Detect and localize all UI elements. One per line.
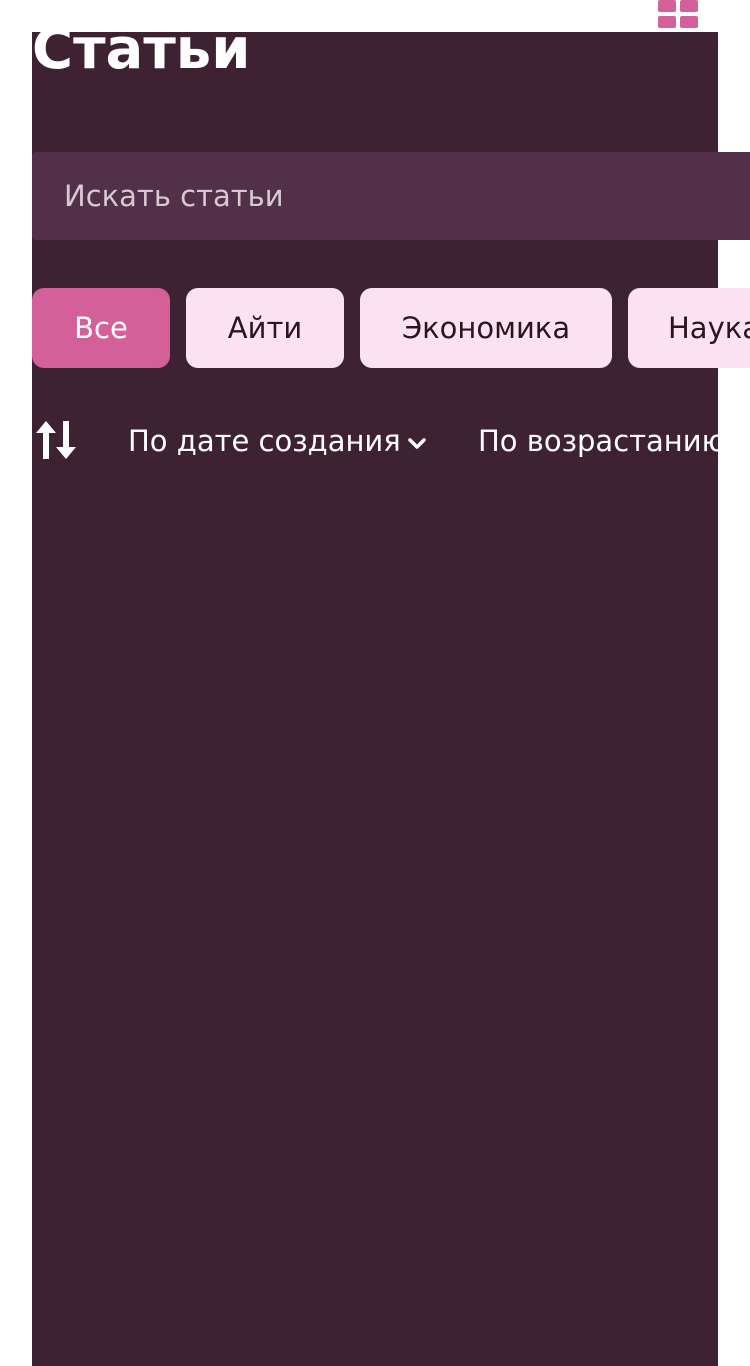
category-chip-it[interactable]: Айти — [186, 288, 344, 368]
grid-cell — [680, 16, 698, 28]
search-input[interactable] — [32, 152, 750, 240]
page: Статьи Все Айти Экономика Наука По дате … — [0, 0, 750, 1366]
chevron-down-icon — [407, 420, 427, 462]
grid-cell — [658, 16, 676, 28]
sort-field-label: По дате создания — [128, 424, 401, 458]
grid-view-icon[interactable] — [658, 0, 698, 28]
sort-direction-icon[interactable] — [34, 419, 78, 461]
grid-cell — [680, 0, 698, 12]
category-chip-economics[interactable]: Экономика — [360, 288, 612, 368]
grid-cell — [658, 0, 676, 12]
category-chip-all[interactable]: Все — [32, 288, 170, 368]
sort-order-select[interactable]: По возрастанию — [478, 420, 718, 462]
page-title: Статьи — [32, 17, 251, 82]
sort-field-select[interactable]: По дате создания — [128, 420, 427, 462]
category-chip-science[interactable]: Наука — [628, 288, 750, 368]
